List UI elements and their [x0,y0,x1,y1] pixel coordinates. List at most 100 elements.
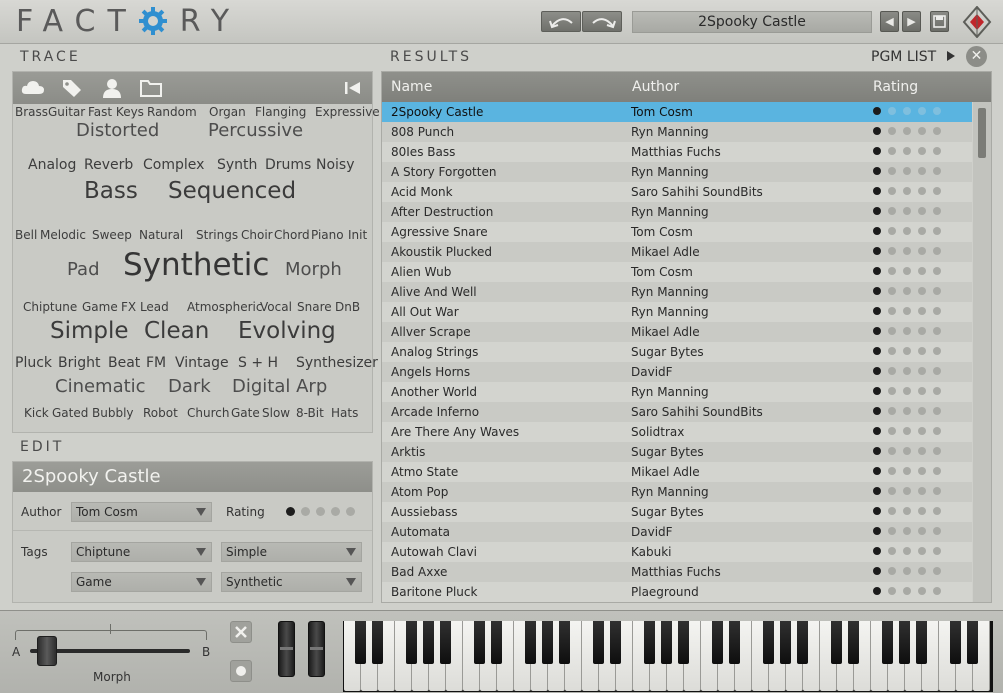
tag-s-h[interactable]: S + H [238,356,278,370]
tag-dnb[interactable]: DnB [335,301,360,313]
rating-dot[interactable] [933,367,941,375]
rating-dot[interactable] [903,227,911,235]
rating-dot[interactable] [903,407,911,415]
black-key[interactable] [729,621,740,664]
rating-dot[interactable] [873,287,881,295]
black-key[interactable] [899,621,910,664]
rating-dot[interactable] [918,487,926,495]
rating-dot[interactable] [933,307,941,315]
rating-dot[interactable] [903,207,911,215]
black-key[interactable] [644,621,655,664]
table-row[interactable]: Are There Any Waves Solidtrax [382,422,972,442]
preset-name-display[interactable]: 2Spooky Castle [632,11,872,33]
rating-dot[interactable] [888,227,896,235]
tag-robot[interactable]: Robot [143,407,178,419]
rating-dot[interactable] [888,167,896,175]
row-rating[interactable] [873,547,941,555]
author-dropdown[interactable]: Tom Cosm [71,502,212,522]
tag-dropdown-3[interactable]: Game [71,572,212,592]
tag-pluck[interactable]: Pluck [15,356,52,370]
table-row[interactable]: Agressive Snare Tom Cosm [382,222,972,242]
rating-dot[interactable] [903,467,911,475]
tag-gate[interactable]: Gate [231,407,260,419]
rating-dot[interactable] [933,267,941,275]
tag-pad[interactable]: Pad [67,261,100,279]
tag-sequenced[interactable]: Sequenced [168,180,296,203]
column-rating[interactable]: Rating [873,79,918,95]
rating-dot[interactable] [918,427,926,435]
rating-dot[interactable] [903,247,911,255]
rating-dot[interactable] [918,447,926,455]
table-row[interactable]: Atom Pop Ryn Manning [382,482,972,502]
rating-dot[interactable] [888,407,896,415]
random-button[interactable] [230,621,252,643]
black-key[interactable] [440,621,451,664]
row-rating[interactable] [873,187,941,195]
table-row[interactable]: Baritone Pluck Plaeground [382,582,972,602]
black-key[interactable] [491,621,502,664]
rating-dot[interactable] [888,187,896,195]
tag-melodic[interactable]: Melodic [40,229,86,241]
tag-sweep[interactable]: Sweep [92,229,132,241]
rating-dot[interactable] [903,127,911,135]
row-rating[interactable] [873,427,941,435]
table-row[interactable]: Allver Scrape Mikael Adle [382,322,972,342]
black-key[interactable] [916,621,927,664]
rating-dot[interactable] [873,327,881,335]
tag-organ[interactable]: Organ [209,106,246,118]
rating-dot[interactable] [903,547,911,555]
cloud-icon[interactable] [21,78,45,98]
rating-dot[interactable] [903,327,911,335]
tag-brass[interactable]: Brass [15,106,48,118]
rating-dot[interactable] [888,347,896,355]
table-row[interactable]: Acid Monk Saro Sahihi SoundBits [382,182,972,202]
tag-dropdown-4[interactable]: Synthetic [221,572,362,592]
rating-dot[interactable] [933,547,941,555]
row-rating[interactable] [873,567,941,575]
black-key[interactable] [780,621,791,664]
table-row[interactable]: Automata DavidF [382,522,972,542]
black-key[interactable] [831,621,842,664]
table-row[interactable]: 808 Punch Ryn Manning [382,122,972,142]
tag-bubbly[interactable]: Bubbly [92,407,134,419]
rating-dot[interactable] [888,587,896,595]
rating-dot[interactable] [888,427,896,435]
rating-dot[interactable] [918,467,926,475]
row-rating[interactable] [873,447,941,455]
tag-natural[interactable]: Natural [139,229,183,241]
rating-dot[interactable] [918,587,926,595]
row-rating[interactable] [873,267,941,275]
rating-dot[interactable] [888,267,896,275]
rating-dot[interactable] [873,527,881,535]
table-row[interactable]: Analog Strings Sugar Bytes [382,342,972,362]
rating-dot[interactable] [873,367,881,375]
rating-dot[interactable] [873,547,881,555]
edit-rating-stars[interactable] [286,507,355,516]
row-rating[interactable] [873,107,941,115]
tag-clean[interactable]: Clean [144,320,209,343]
rating-dot[interactable] [933,427,941,435]
results-scroll-thumb[interactable] [978,108,986,158]
rating-dot[interactable] [903,107,911,115]
black-key[interactable] [797,621,808,664]
black-key[interactable] [712,621,723,664]
rating-dot[interactable] [918,207,926,215]
rating-dot[interactable] [903,287,911,295]
rating-dot[interactable] [903,527,911,535]
rating-dot[interactable] [933,507,941,515]
rating-dot[interactable] [873,167,881,175]
table-row[interactable]: Aussiebass Sugar Bytes [382,502,972,522]
row-rating[interactable] [873,387,941,395]
rating-dot[interactable] [933,387,941,395]
rating-dot[interactable] [888,147,896,155]
tag-reverb[interactable]: Reverb [84,158,133,172]
tag-fast-keys[interactable]: Fast Keys [88,106,144,118]
table-row[interactable]: Atmo State Mikael Adle [382,462,972,482]
undo-button[interactable] [541,11,581,32]
black-key[interactable] [559,621,570,664]
table-row[interactable]: Another World Ryn Manning [382,382,972,402]
black-key[interactable] [967,621,978,664]
tag-bass[interactable]: Bass [84,180,138,203]
rating-dot[interactable] [873,207,881,215]
row-rating[interactable] [873,367,941,375]
